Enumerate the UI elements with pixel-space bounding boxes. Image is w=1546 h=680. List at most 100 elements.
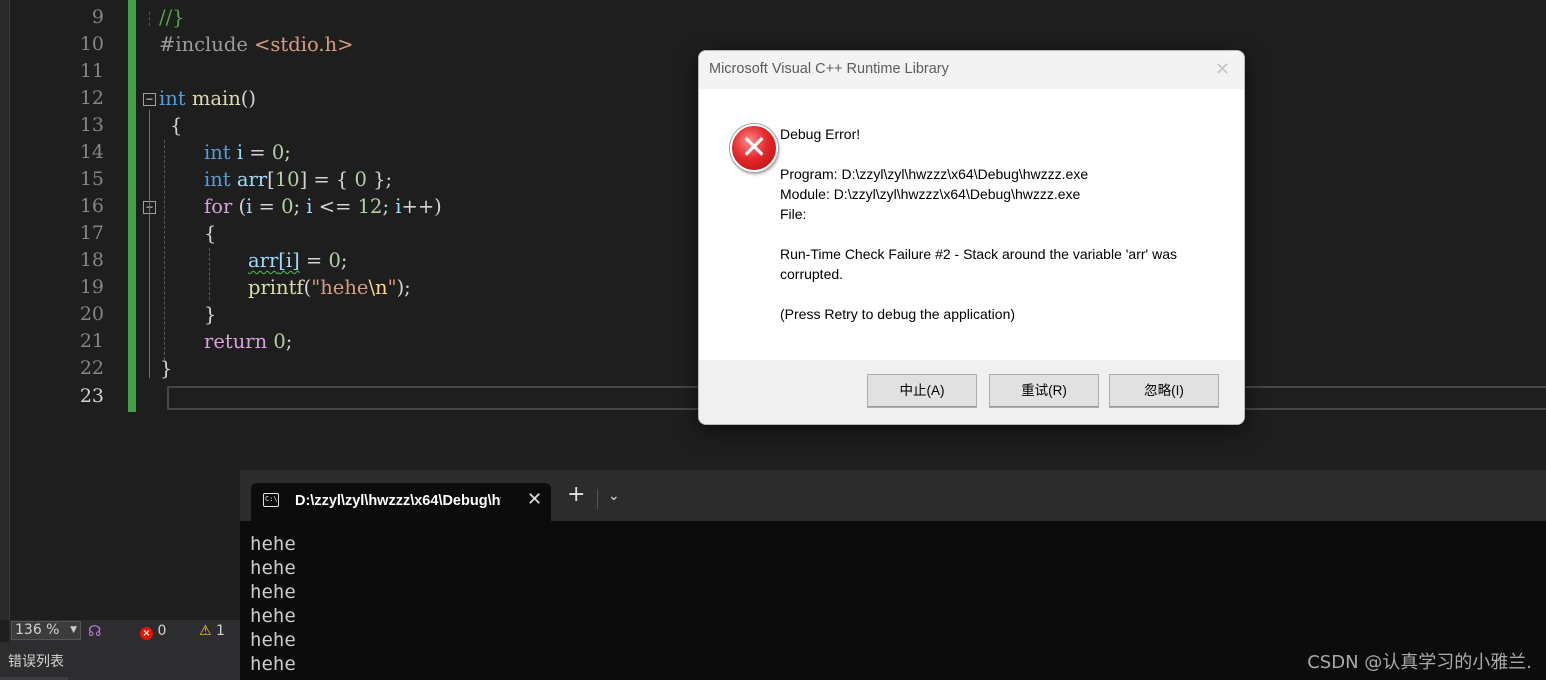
number: 0: [281, 195, 294, 218]
include-header: <stdio.h>: [254, 33, 354, 56]
message-failure: Run-Time Check Failure #2 - Stack around…: [780, 246, 1177, 282]
code-punct: ++): [401, 195, 442, 218]
retry-button[interactable]: 重试(R): [989, 374, 1099, 408]
debug-error-dialog: Microsoft Visual C++ Runtime Library ✕ ✕…: [698, 50, 1245, 425]
output-line: hehe: [250, 605, 296, 627]
code-line: return 0;: [204, 328, 292, 355]
number: 12: [357, 195, 383, 218]
message-blank: [780, 144, 1210, 164]
bottom-panel-tabs: 错误列表: [0, 642, 240, 680]
code-punct: <=: [312, 195, 358, 218]
dialog-title-bar[interactable]: Microsoft Visual C++ Runtime Library ✕: [699, 51, 1244, 89]
code-punct: =: [243, 141, 272, 164]
code-line: int arr[10] = { 0 };: [204, 166, 392, 193]
code-line: printf("hehe\n");: [248, 274, 411, 301]
error-x-icon: ✕: [730, 124, 778, 172]
dialog-title: Microsoft Visual C++ Runtime Library: [709, 61, 949, 77]
error-count-value: 0: [157, 623, 167, 639]
terminal-output: hehe hehe hehe hehe hehe hehe: [250, 532, 296, 676]
control-keyword: return: [204, 330, 268, 353]
dialog-message: Debug Error! Program: D:\zzyl\zyl\hwzzz\…: [780, 124, 1210, 324]
line-number: 15: [79, 168, 104, 190]
line-number: 11: [79, 60, 104, 82]
collapse-icon[interactable]: −: [143, 93, 156, 106]
change-tracking-bar: [128, 0, 136, 412]
code-punct: );: [396, 276, 411, 299]
code-line: int i = 0;: [204, 139, 291, 166]
code-punct: ;: [285, 330, 293, 353]
message-module: Module: D:\zzyl\zyl\hwzzz\x64\Debug\hwzz…: [780, 186, 1081, 202]
line-number: 19: [79, 276, 104, 298]
code-punct: (): [240, 87, 256, 110]
code-line: arr[i] = 0;: [248, 247, 347, 274]
terminal-window[interactable]: C:\ D:\zzyl\zyl\hwzzz\x64\Debug\hwzzz.ex…: [240, 470, 1546, 680]
message-blank: [780, 284, 1210, 304]
keyword: int: [159, 87, 186, 110]
code-punct: ;: [293, 195, 307, 218]
code-line: //}: [159, 4, 185, 31]
code-punct: }: [160, 357, 173, 380]
line-number: 12: [79, 87, 104, 109]
variable-with-warning[interactable]: arr: [248, 249, 278, 272]
code-punct: {: [170, 114, 183, 137]
zoom-level: 136 %: [15, 622, 60, 638]
warning-count[interactable]: ⚠ 1: [199, 622, 225, 640]
line-number: 17: [79, 222, 104, 244]
code-punct: };: [366, 168, 393, 191]
code-line: }: [204, 301, 216, 328]
error-list-tab[interactable]: 错误列表: [8, 651, 64, 671]
code-punct: }: [204, 303, 217, 326]
chevron-down-icon: ▼: [70, 625, 77, 635]
tab-separator: [597, 489, 598, 509]
terminal-tab[interactable]: C:\ D:\zzyl\zyl\hwzzz\x64\Debug\hwzzz.ex…: [251, 483, 551, 521]
number: 0: [354, 168, 367, 191]
line-number: 21: [79, 330, 104, 352]
close-icon[interactable]: ✕: [527, 489, 542, 510]
line-number: 10: [79, 33, 104, 55]
number: 0: [328, 249, 341, 272]
code-punct: {: [204, 222, 217, 245]
line-number: 14: [79, 141, 104, 163]
error-count[interactable]: × 0: [140, 622, 166, 640]
output-line: hehe: [250, 629, 296, 651]
warning-icon: ⚠: [199, 623, 212, 639]
code-line: }: [160, 355, 172, 382]
intellicode-icon[interactable]: ☊: [88, 622, 101, 640]
code-line: {: [170, 112, 182, 139]
code-punct: =: [252, 195, 282, 218]
ignore-button[interactable]: 忽略(I): [1109, 374, 1219, 408]
number: 0: [271, 141, 285, 164]
code-line: {: [204, 220, 216, 247]
function-name: printf: [248, 276, 304, 299]
code-punct: ;: [382, 195, 396, 218]
code-line: for (i = 0; i <= 12; i++): [204, 193, 442, 220]
indent-guide: [209, 248, 210, 300]
output-line: hehe: [250, 653, 296, 675]
line-number: 13: [79, 114, 104, 136]
code-punct: ;: [284, 141, 291, 164]
watermark: CSDN @认真学习的小雅兰.: [1307, 652, 1532, 673]
message-heading: Debug Error!: [780, 126, 861, 142]
keyword: int: [204, 168, 231, 191]
string-literal: "hehe: [311, 276, 369, 299]
dialog-button-bar: 中止(A) 重试(R) 忽略(I): [699, 360, 1244, 424]
function-name: main: [191, 87, 241, 110]
fold-guide: [149, 12, 150, 26]
index-with-warning[interactable]: [i]: [278, 249, 299, 272]
chevron-down-icon[interactable]: ⌄: [608, 488, 620, 504]
fold-guide: [149, 110, 150, 378]
code-punct: ] = {: [299, 168, 355, 191]
abort-button[interactable]: 中止(A): [867, 374, 977, 408]
message-hint: (Press Retry to debug the application): [780, 306, 1016, 322]
close-icon[interactable]: ✕: [1215, 59, 1230, 80]
terminal-icon: C:\: [263, 493, 279, 507]
zoom-dropdown[interactable]: 136 % ▼: [11, 621, 81, 640]
preprocessor-directive: #include: [159, 33, 248, 56]
string-literal: ": [387, 276, 397, 299]
message-file: File:: [780, 206, 807, 222]
code-punct: [: [267, 168, 275, 191]
plus-icon[interactable]: +: [567, 484, 585, 506]
code-line: int main(): [159, 85, 256, 112]
line-number: 20: [79, 303, 104, 325]
current-line-number: 23: [79, 385, 104, 407]
